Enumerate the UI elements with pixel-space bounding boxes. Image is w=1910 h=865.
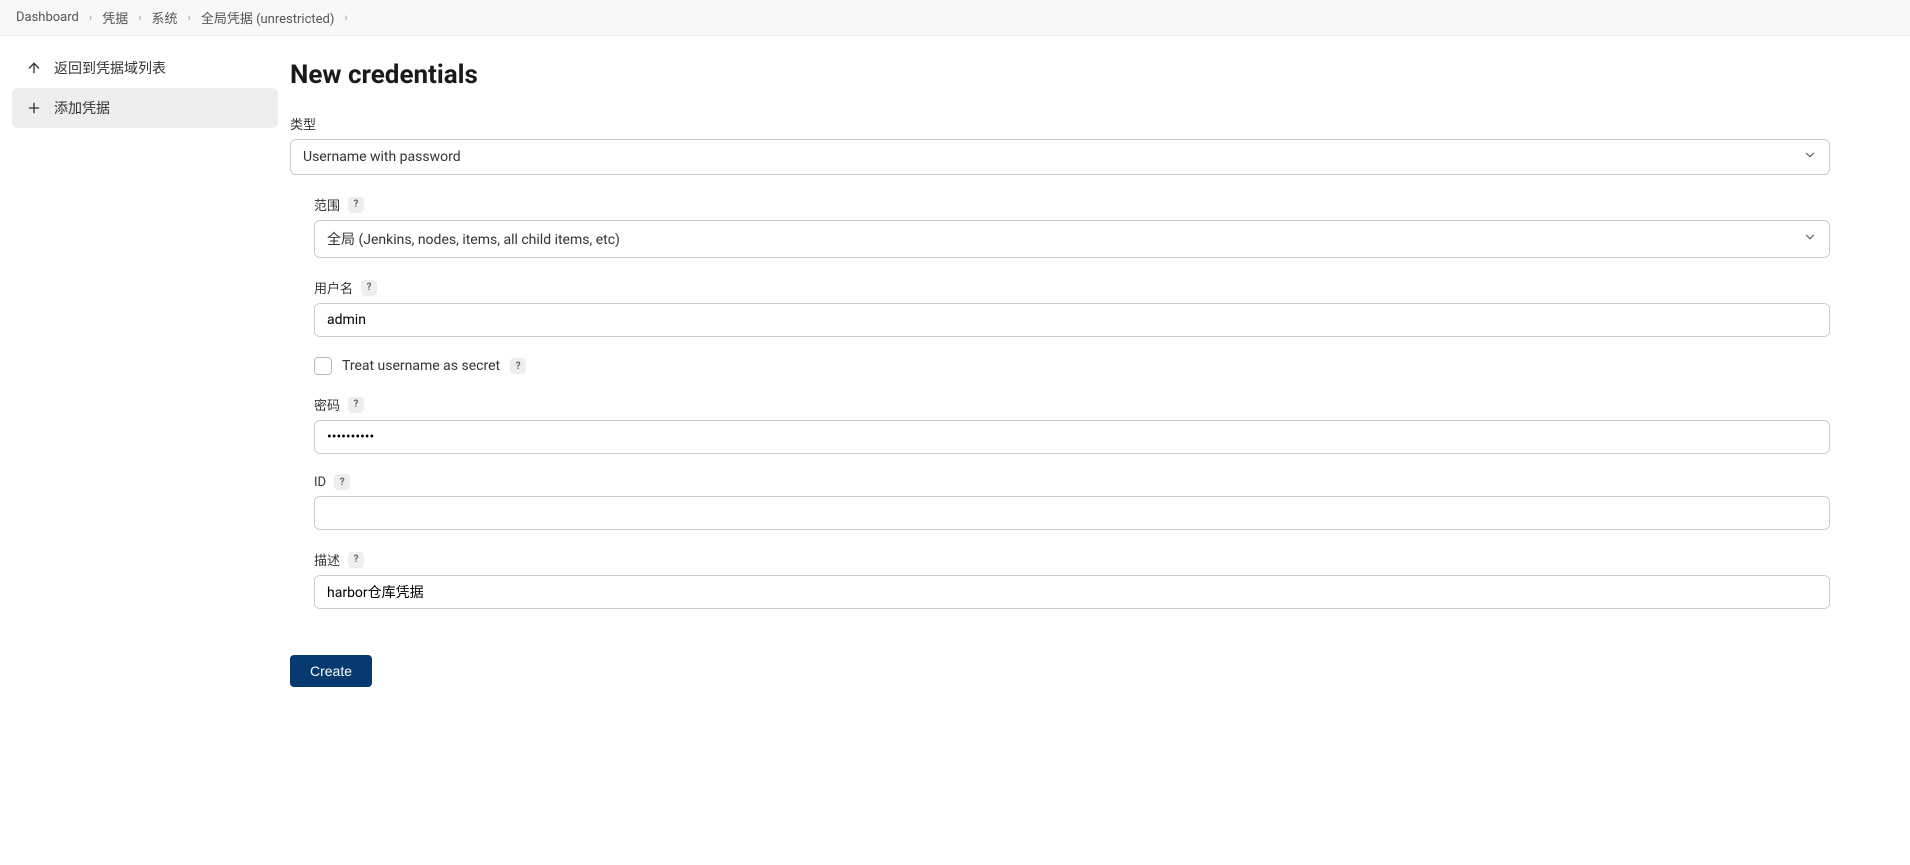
label-scope: 范围 ? [314,195,1830,214]
help-icon[interactable]: ? [348,397,364,413]
input-username[interactable] [314,303,1830,337]
select-type[interactable]: Username with password [290,139,1830,175]
label-text: 描述 [314,550,340,569]
chevron-right-icon: › [344,11,347,24]
chevron-down-icon [1803,230,1817,248]
arrow-up-icon [26,60,42,76]
checkbox-treat-secret-label: Treat username as secret [342,358,500,374]
label-text: 类型 [290,114,316,133]
label-username: 用户名 ? [314,278,1830,297]
plus-icon [26,100,42,116]
label-password: 密码 ? [314,395,1830,414]
help-icon[interactable]: ? [348,197,364,213]
select-type-value: Username with password [303,149,461,165]
chevron-down-icon [1803,148,1817,166]
label-text: 用户名 [314,278,353,297]
input-id[interactable] [314,496,1830,530]
input-password[interactable] [314,420,1830,454]
sidebar-item-label: 返回到凭据域列表 [54,58,166,78]
help-icon[interactable]: ? [334,474,350,490]
sidebar: 返回到凭据域列表 添加凭据 [0,36,290,863]
create-button[interactable]: Create [290,655,372,687]
breadcrumb: Dashboard › 凭据 › 系统 › 全局凭据 (unrestricted… [0,0,1910,36]
chevron-right-icon: › [138,11,141,24]
sidebar-item-label: 添加凭据 [54,98,110,118]
page-title: New credentials [290,60,1850,90]
chevron-right-icon: › [188,11,191,24]
breadcrumb-item-credentials[interactable]: 凭据 [102,8,128,27]
chevron-right-icon: › [89,11,92,24]
breadcrumb-item-global[interactable]: 全局凭据 (unrestricted) [201,8,335,27]
breadcrumb-item-system[interactable]: 系统 [152,8,178,27]
help-icon[interactable]: ? [361,280,377,296]
sidebar-item-back[interactable]: 返回到凭据域列表 [12,48,278,88]
breadcrumb-item-dashboard[interactable]: Dashboard [16,10,79,25]
form-footer: Create [290,639,1830,703]
label-id: ID ? [314,474,1830,490]
label-description: 描述 ? [314,550,1830,569]
checkbox-treat-secret[interactable] [314,357,332,375]
label-type: 类型 [290,114,1830,133]
input-description[interactable] [314,575,1830,609]
main-content: New credentials 类型 Username with passwor… [290,36,1890,863]
label-text: ID [314,475,326,490]
help-icon[interactable]: ? [510,358,526,374]
label-text: 范围 [314,195,340,214]
label-text: 密码 [314,395,340,414]
help-icon[interactable]: ? [348,552,364,568]
select-scope[interactable]: 全局 (Jenkins, nodes, items, all child ite… [314,220,1830,258]
sidebar-item-add-credentials[interactable]: 添加凭据 [12,88,278,128]
select-scope-value: 全局 (Jenkins, nodes, items, all child ite… [327,229,620,249]
